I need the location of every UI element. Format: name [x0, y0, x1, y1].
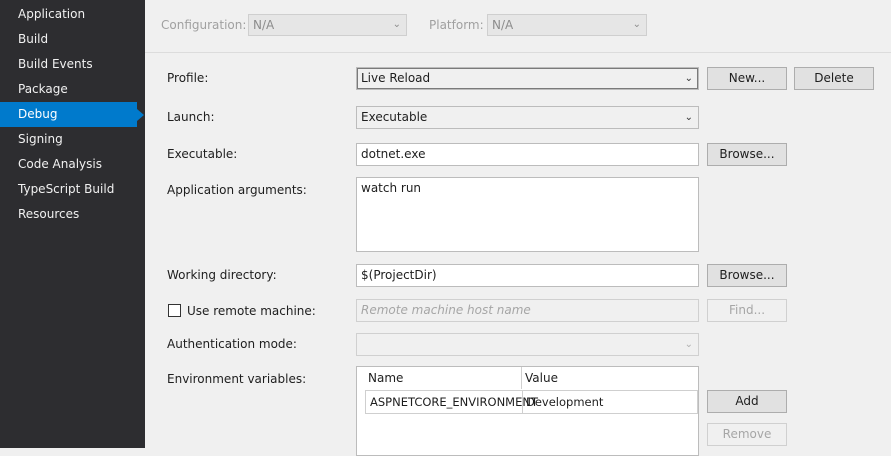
find-button: Find... [707, 299, 787, 322]
sidebar-item-build-events[interactable]: Build Events [0, 52, 137, 77]
application-arguments-label: Application arguments: [167, 183, 307, 197]
env-var-value[interactable]: Development [523, 391, 603, 413]
application-arguments-value: watch run [361, 181, 422, 195]
environment-variables-label: Environment variables: [167, 372, 307, 386]
executable-input[interactable]: dotnet.exe [356, 143, 699, 166]
active-indicator-arrow-icon [137, 109, 144, 121]
profile-label: Profile: [167, 71, 209, 85]
working-directory-value: $(ProjectDir) [361, 268, 437, 282]
grid-header-value[interactable]: Value [517, 367, 558, 389]
new-profile-button[interactable]: New... [707, 67, 787, 90]
table-row[interactable]: ASPNETCORE_ENVIRONMENT Development [365, 390, 698, 414]
application-arguments-textarea[interactable]: watch run [356, 177, 699, 252]
sidebar-item-package[interactable]: Package [0, 77, 137, 102]
sidebar-item-code-analysis[interactable]: Code Analysis [0, 152, 137, 177]
profile-select[interactable]: Live Reload ⌄ [356, 67, 699, 90]
working-directory-input[interactable]: $(ProjectDir) [356, 264, 699, 287]
platform-label: Platform: [429, 18, 484, 32]
environment-variables-grid[interactable]: Name Value ASPNETCORE_ENVIRONMENT Develo… [356, 366, 699, 456]
launch-value: Executable [361, 110, 428, 124]
authentication-mode-label: Authentication mode: [167, 337, 297, 351]
launch-label: Launch: [167, 110, 215, 124]
executable-value: dotnet.exe [361, 147, 426, 161]
profile-value: Live Reload [361, 71, 431, 85]
platform-select: N/A ⌄ [487, 14, 647, 36]
env-var-name[interactable]: ASPNETCORE_ENVIRONMENT [367, 391, 538, 413]
sidebar-item-application[interactable]: Application [0, 2, 137, 27]
browse-executable-button[interactable]: Browse... [707, 143, 787, 166]
delete-profile-button[interactable]: Delete [794, 67, 874, 90]
remote-machine-placeholder: Remote machine host name [361, 303, 531, 317]
use-remote-machine-checkbox[interactable] [168, 304, 181, 317]
working-directory-label: Working directory: [167, 268, 277, 282]
configuration-label: Configuration: [161, 18, 247, 32]
remote-machine-input: Remote machine host name [356, 299, 699, 322]
executable-label: Executable: [167, 147, 238, 161]
configuration-bar: Configuration: N/A ⌄ Platform: N/A ⌄ [145, 0, 891, 53]
browse-working-directory-button[interactable]: Browse... [707, 264, 787, 287]
configuration-select: N/A ⌄ [248, 14, 407, 36]
sidebar-item-debug[interactable]: Debug [0, 102, 137, 127]
launch-select[interactable]: Executable ⌄ [356, 106, 699, 129]
sidebar-item-signing[interactable]: Signing [0, 127, 137, 152]
authentication-mode-select: ⌄ [356, 333, 699, 356]
remove-variable-button: Remove [707, 423, 787, 446]
sidebar-item-resources[interactable]: Resources [0, 202, 137, 227]
chevron-down-icon: ⌄ [632, 19, 641, 30]
configuration-value: N/A [253, 18, 275, 32]
platform-value: N/A [492, 18, 514, 32]
chevron-down-icon: ⌄ [684, 112, 693, 123]
chevron-down-icon: ⌄ [684, 73, 693, 84]
chevron-down-icon: ⌄ [392, 19, 401, 30]
sidebar-item-build[interactable]: Build [0, 27, 137, 52]
grid-header-name[interactable]: Name [360, 367, 403, 389]
chevron-down-icon: ⌄ [684, 339, 693, 350]
use-remote-machine-label: Use remote machine: [187, 304, 316, 318]
sidebar: Application Build Build Events Package D… [0, 0, 145, 448]
sidebar-item-typescript-build[interactable]: TypeScript Build [0, 177, 137, 202]
add-variable-button[interactable]: Add [707, 390, 787, 413]
